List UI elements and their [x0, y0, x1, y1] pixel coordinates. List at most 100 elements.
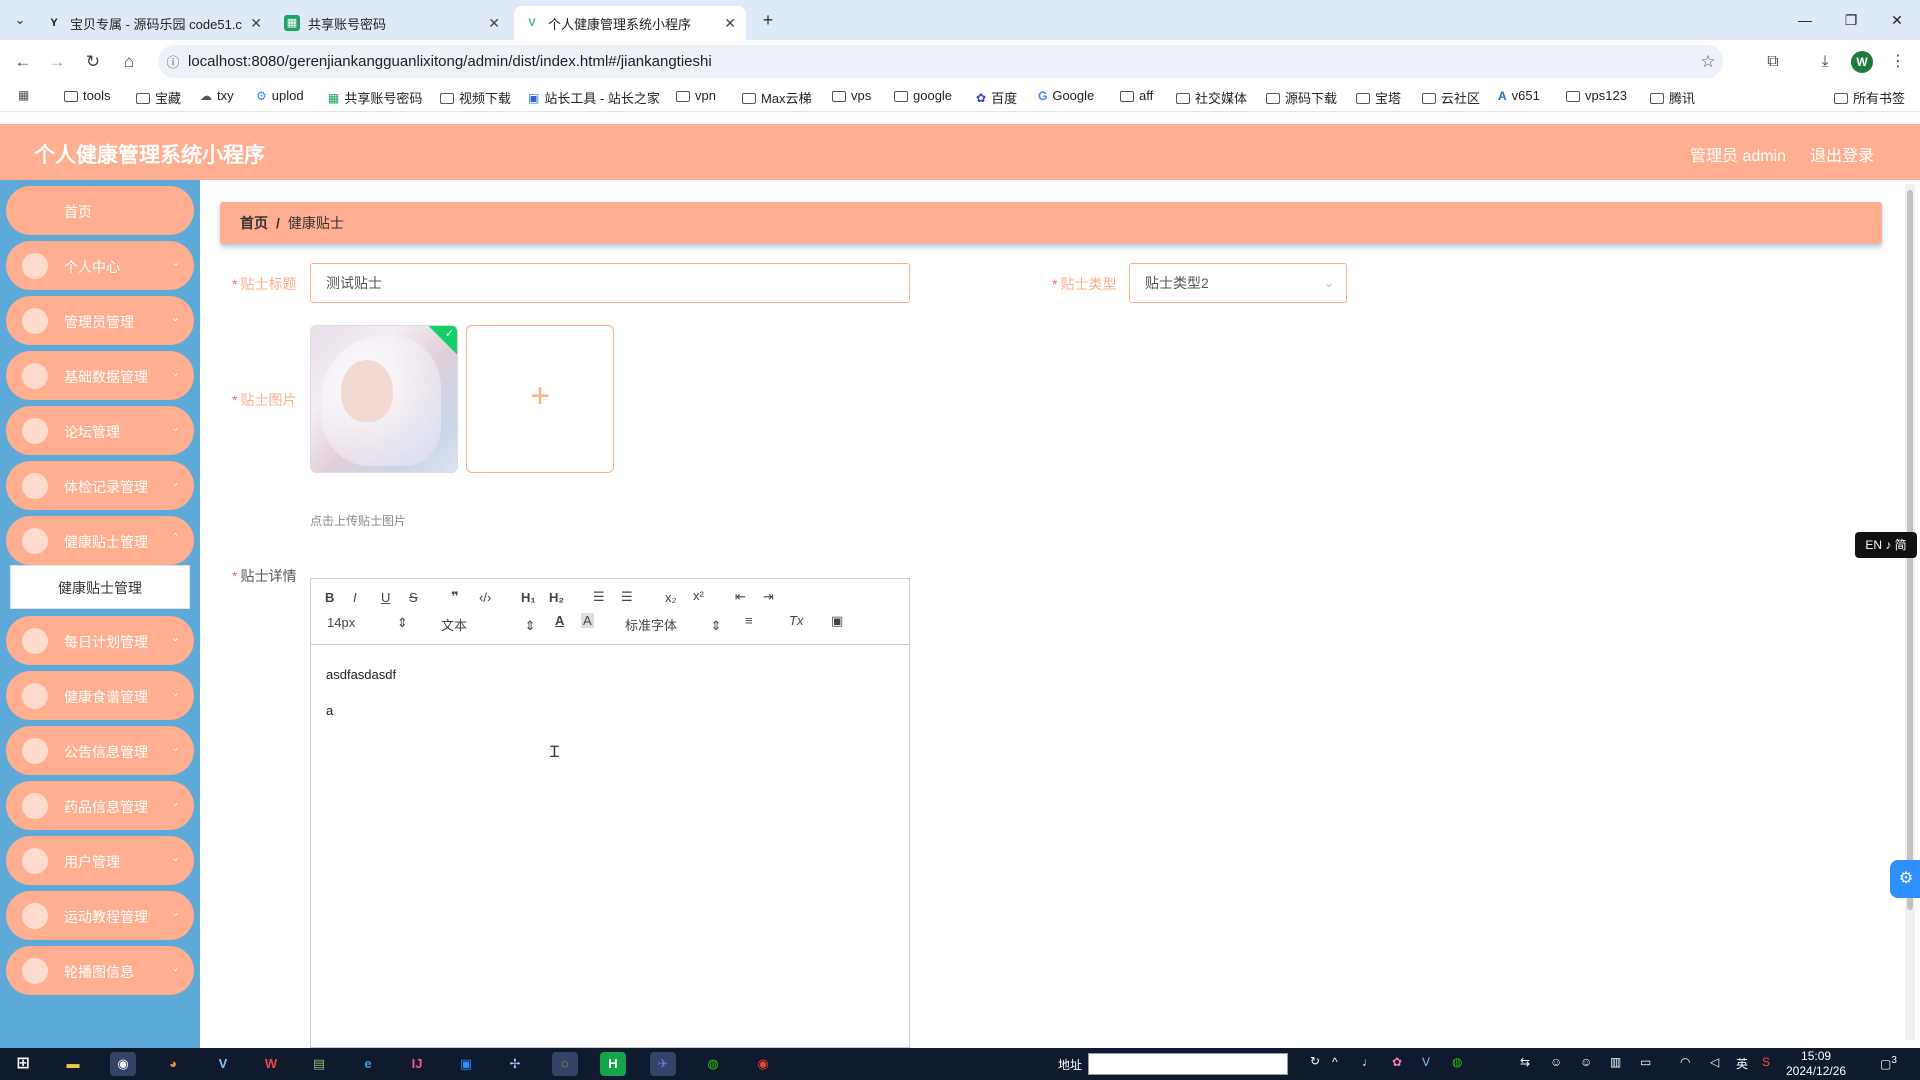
bookmark-item[interactable]: 腾讯	[1650, 88, 1695, 107]
sidebar-item-recipes[interactable]: 健康食谱管理 ⌄	[6, 671, 194, 720]
restore-icon[interactable]: ❐	[1828, 0, 1874, 40]
h2-icon[interactable]: H₂	[549, 590, 564, 605]
bookmark-item[interactable]: 宝藏	[136, 88, 181, 107]
profile-avatar[interactable]: W	[1851, 51, 1873, 73]
font-size-select[interactable]: 14px ⇕	[327, 615, 408, 631]
editor-content[interactable]: asdfasdasdf a	[311, 645, 909, 741]
back-icon[interactable]: ←	[10, 49, 36, 75]
bookmark-item[interactable]: 所有书签	[1834, 88, 1905, 107]
sidebar-item-admin[interactable]: 管理员管理 ⌄	[6, 296, 194, 345]
tab-search-icon[interactable]: ⌄	[8, 8, 32, 32]
chrome-icon[interactable]: ◉	[110, 1052, 136, 1076]
wps-icon[interactable]: W	[258, 1052, 284, 1076]
sidebar-item-users[interactable]: 用户管理 ⌄	[6, 836, 194, 885]
upload-plus-button[interactable]: +	[466, 325, 614, 473]
reload-icon[interactable]: ↻	[80, 49, 106, 75]
tray-chevron-up-icon[interactable]: ^	[1332, 1055, 1338, 1069]
bookmark-item[interactable]: google	[894, 88, 952, 103]
bookmark-item[interactable]: Max云梯	[742, 88, 812, 107]
browser-tab[interactable]: ▦ 共享账号密码 ✕	[274, 6, 510, 40]
floating-assistant-icon[interactable]: ⚙	[1890, 860, 1920, 898]
code-icon[interactable]: ‹/›	[479, 590, 491, 605]
browser-tab-active[interactable]: V 个人健康管理系统小程序 ✕	[514, 6, 746, 40]
underline-icon[interactable]: U	[381, 590, 390, 605]
sidebar-item-home[interactable]: 首页	[6, 186, 194, 235]
clear-format-icon[interactable]: Tx	[789, 613, 803, 628]
superscript-icon[interactable]: x²	[693, 588, 704, 603]
edge-icon[interactable]: e	[355, 1052, 381, 1076]
bookmark-item[interactable]: ☁ txy	[200, 88, 234, 103]
h1-icon[interactable]: H₁	[521, 590, 536, 605]
sidebar-item-daily-plan[interactable]: 每日计划管理 ⌄	[6, 616, 194, 665]
block-format-select[interactable]: 文本 ⇕	[441, 615, 536, 634]
tray-qq2-icon[interactable]: ☺	[1580, 1055, 1592, 1069]
sidebar-item-exercise[interactable]: 运动教程管理 ⌄	[6, 891, 194, 940]
sidebar-item-health-tips[interactable]: 健康贴士管理 ⌃	[6, 516, 194, 565]
bookmark-item[interactable]: tools	[64, 88, 110, 103]
tray-chart-icon[interactable]: ▥	[1610, 1055, 1621, 1069]
submenu-item-health-tips-manage[interactable]: 健康贴士管理	[10, 565, 190, 609]
breadcrumb-home[interactable]: 首页	[240, 213, 268, 233]
bookmark-item[interactable]: 视频下载	[440, 88, 511, 107]
taskbar-clock[interactable]: 15:09 2024/12/26	[1786, 1049, 1846, 1079]
blockquote-icon[interactable]: ❞	[451, 589, 459, 605]
taskbar-address-input[interactable]	[1088, 1053, 1288, 1075]
close-icon[interactable]: ✕	[250, 15, 262, 32]
apps-icon[interactable]: ▦	[18, 88, 29, 102]
circle-app-icon[interactable]: ◌	[552, 1052, 578, 1076]
bookmark-item[interactable]: vps	[832, 88, 871, 103]
refresh-icon[interactable]: ↻	[1310, 1054, 1320, 1068]
bookmark-item[interactable]: 云社区	[1422, 88, 1480, 107]
windows-start-icon[interactable]: ⊞	[10, 1052, 36, 1076]
tray-qq-icon[interactable]: ☺	[1550, 1055, 1562, 1069]
v-app-icon[interactable]: V	[210, 1052, 236, 1076]
site-info-icon[interactable]: ⓘ	[158, 52, 188, 71]
home-icon[interactable]: ⌂	[116, 49, 142, 75]
bold-icon[interactable]: B	[325, 590, 334, 605]
sidebar-item-medicines[interactable]: 药品信息管理 ⌄	[6, 781, 194, 830]
sidebar-item-base-data[interactable]: 基础数据管理 ⌄	[6, 351, 194, 400]
sidebar-item-notices[interactable]: 公告信息管理 ⌄	[6, 726, 194, 775]
bookmark-star-icon[interactable]: ☆	[1693, 52, 1723, 72]
strike-icon[interactable]: S	[409, 590, 418, 605]
bookmark-item[interactable]: vps123	[1566, 88, 1627, 103]
sidebar-item-personal-center[interactable]: 个人中心 ⌄	[6, 241, 194, 290]
sidebar-item-forum[interactable]: 论坛管理 ⌄	[6, 406, 194, 455]
logout-button[interactable]: 退出登录	[1810, 142, 1874, 166]
bookmark-item[interactable]: 源码下载	[1266, 88, 1337, 107]
tray-arrows-icon[interactable]: ⇆	[1520, 1055, 1530, 1069]
new-tab-icon[interactable]: +	[756, 8, 780, 32]
tray-v-icon[interactable]: V	[1422, 1055, 1430, 1069]
window-close-icon[interactable]: ✕	[1874, 0, 1920, 40]
align-icon[interactable]: ≡	[745, 613, 753, 628]
extensions-icon[interactable]: ⧉	[1760, 49, 1786, 75]
bullet-list-icon[interactable]: ☰	[621, 589, 633, 605]
browser-tab[interactable]: Y 宝贝专属 - 源码乐园 code51.c ✕	[36, 6, 272, 40]
intellij-icon[interactable]: IJ	[404, 1052, 430, 1076]
background-color-icon[interactable]: A	[581, 613, 594, 628]
indent-icon[interactable]: ⇥	[763, 589, 774, 605]
email-app-icon[interactable]: ✈	[650, 1052, 676, 1076]
bookmark-item[interactable]: Av651	[1498, 88, 1540, 103]
subscript-icon[interactable]: x₂	[665, 590, 677, 605]
network-app-icon[interactable]: ✢	[502, 1052, 528, 1076]
menu-icon[interactable]: ⋮	[1885, 49, 1911, 75]
ordered-list-icon[interactable]: ☰	[593, 589, 605, 605]
firefox-icon[interactable]: ◕	[160, 1052, 186, 1076]
font-family-select[interactable]: 标准字体 ⇕	[625, 615, 722, 634]
tray-app-icon[interactable]: ✿	[1392, 1055, 1402, 1069]
bookmark-item[interactable]: 社交媒体	[1176, 88, 1247, 107]
tray-wechat-icon[interactable]: ◍	[1452, 1055, 1462, 1069]
ime-lang-indicator[interactable]: 英	[1736, 1055, 1748, 1072]
image-insert-icon[interactable]: ▣	[831, 613, 843, 629]
bookmark-item[interactable]: ✿ 百度	[976, 88, 1017, 107]
volume-icon[interactable]: ◁	[1710, 1055, 1719, 1069]
download-icon[interactable]: ⤓	[1812, 49, 1838, 75]
minimize-icon[interactable]: —	[1782, 0, 1828, 40]
outdent-icon[interactable]: ⇤	[735, 589, 746, 605]
title-input[interactable]: 测试贴士	[310, 263, 910, 303]
bookmark-item[interactable]: ▦ 共享账号密码	[328, 88, 422, 107]
sidebar-item-carousel[interactable]: 轮播图信息 ⌄	[6, 946, 194, 995]
bookmark-item[interactable]: vpn	[676, 88, 716, 103]
wechat-icon[interactable]: ◍	[700, 1052, 726, 1076]
